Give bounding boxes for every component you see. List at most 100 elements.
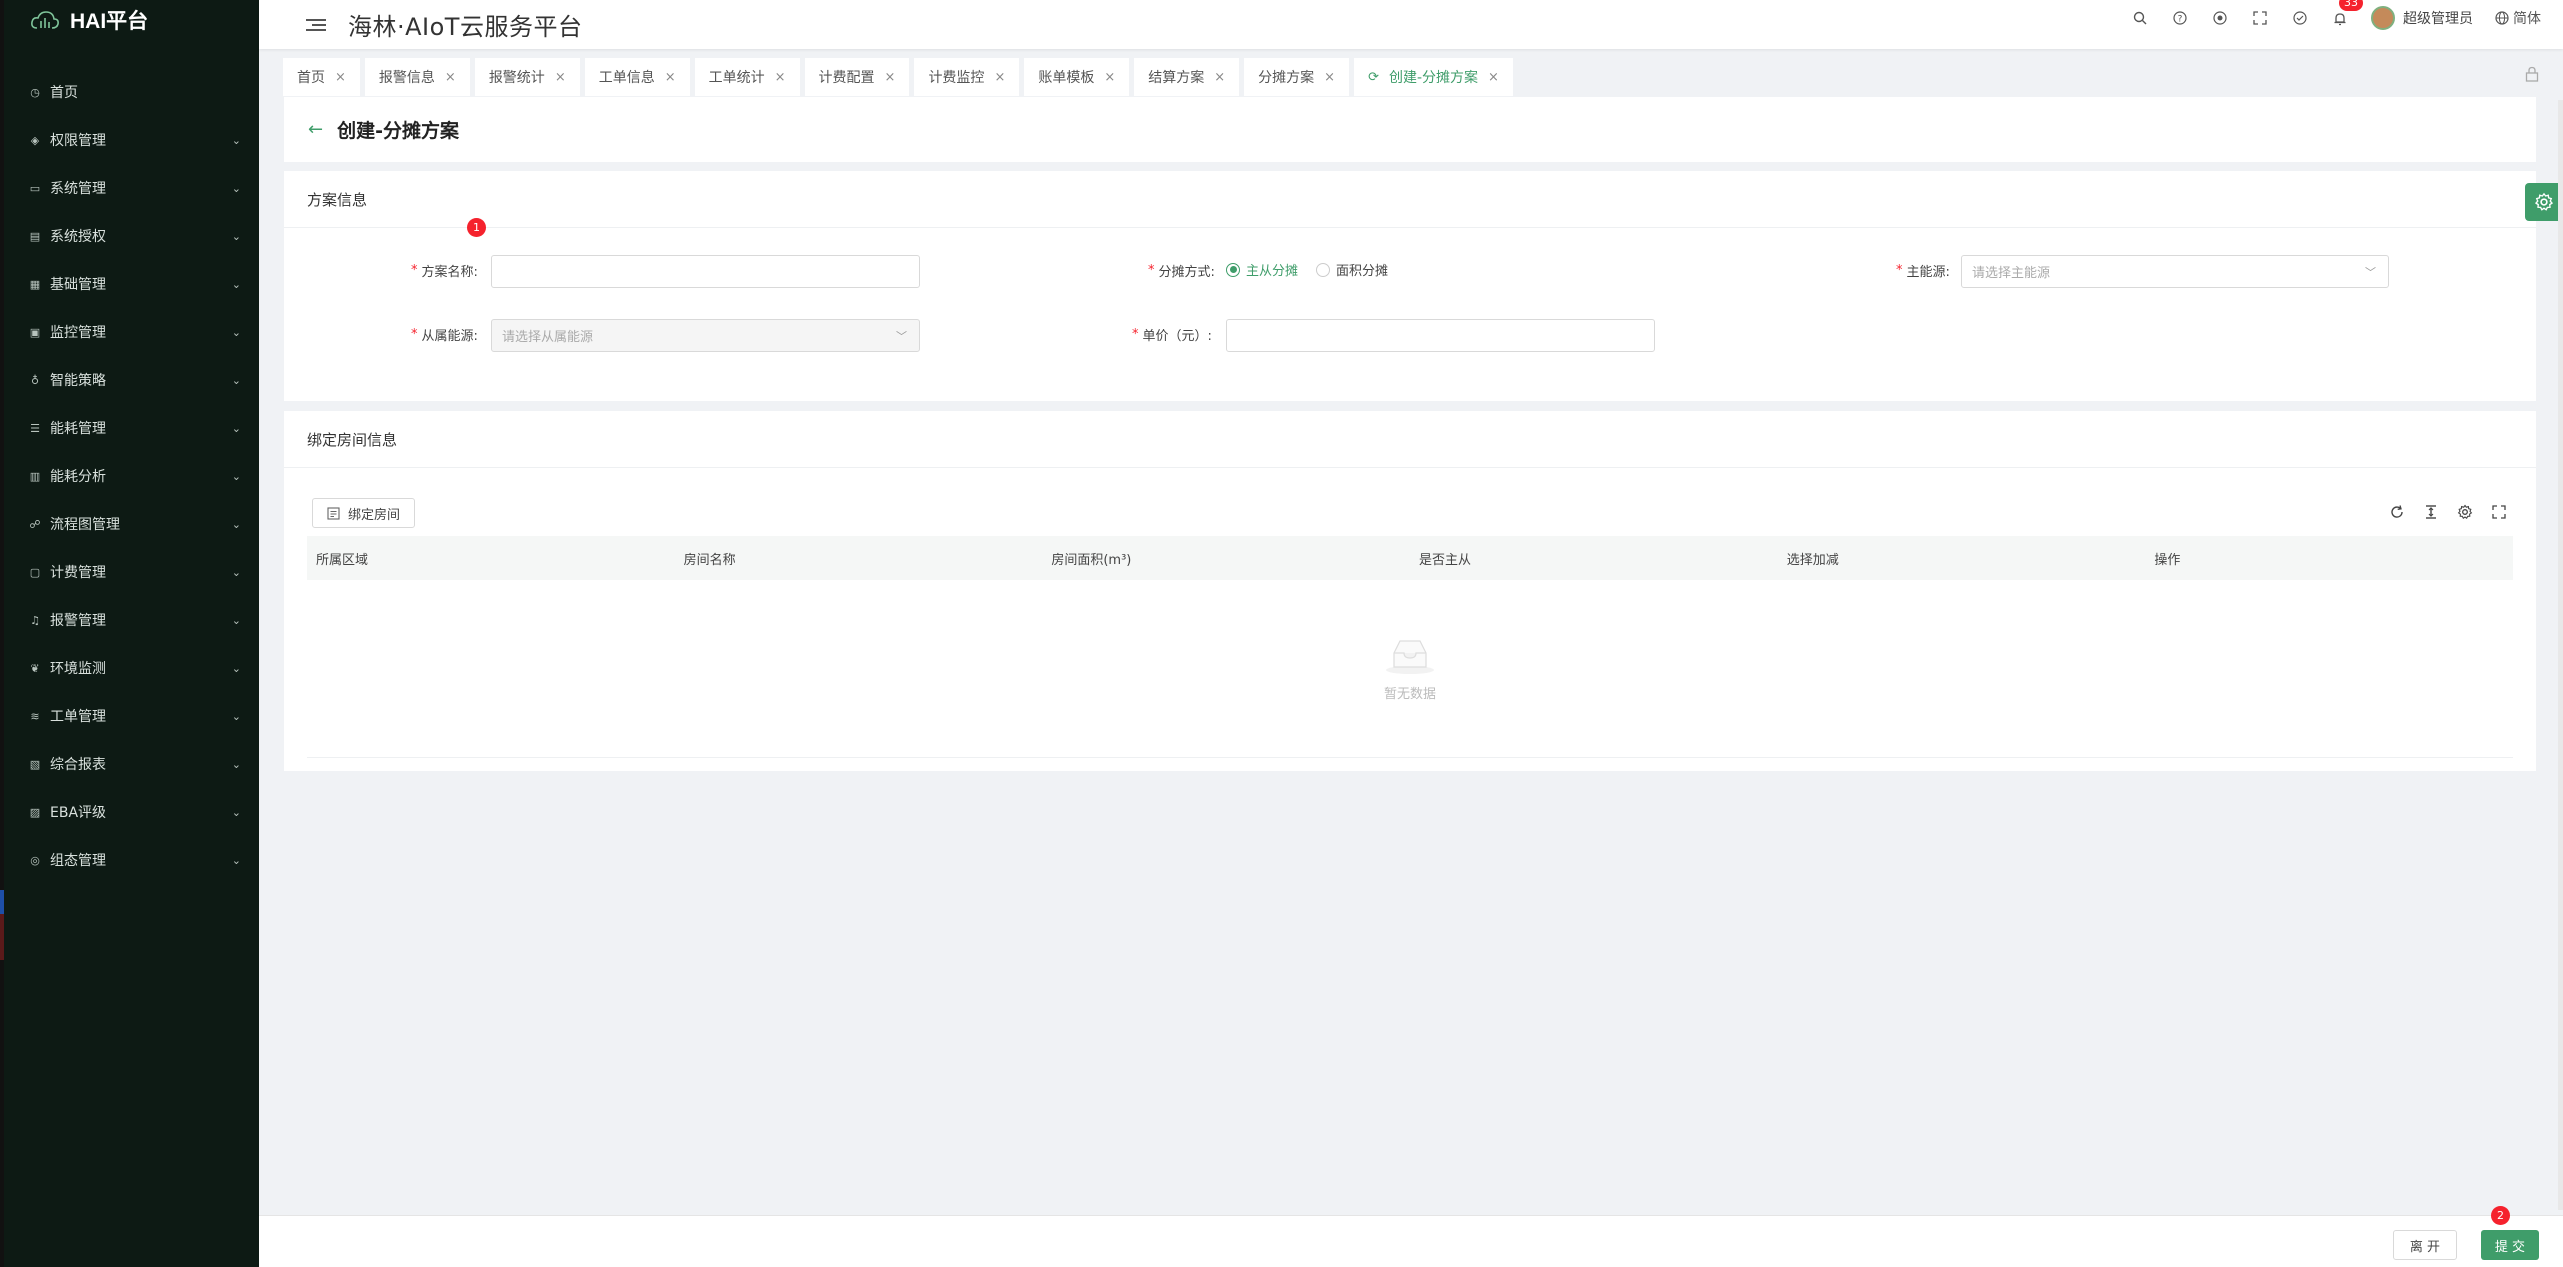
radio-dot xyxy=(1316,262,1331,277)
sidebar-item[interactable]: ❦ 环境监测 ⌄ xyxy=(0,644,259,692)
sub-energy-select[interactable]: 请选择从属能源 ﹀ xyxy=(491,319,920,352)
sub-energy-label-text: 从属能源: xyxy=(421,329,478,344)
sidebar-item-label: 工单管理 xyxy=(50,709,106,725)
fullscreen-icon[interactable] xyxy=(2490,503,2508,521)
sidebar-item[interactable]: ☍ 流程图管理 ⌄ xyxy=(0,500,259,548)
sidebar-item[interactable]: ♁ 智能策略 ⌄ xyxy=(0,356,259,404)
sidebar-item-label: 报警管理 xyxy=(50,613,106,629)
close-icon[interactable]: × xyxy=(994,70,1005,85)
billing-icon: ▢ xyxy=(29,565,41,579)
main-energy-label: * 主能源: xyxy=(1896,261,1950,280)
plan-info-section: 方案信息 1 * 方案名称: * 分摊方式: 主从分摊 面积分摊 * 主能源: … xyxy=(284,171,2536,401)
bind-room-button[interactable]: 绑定房间 xyxy=(312,498,416,528)
search-icon[interactable] xyxy=(2131,9,2149,27)
tab[interactable]: 计费配置 × xyxy=(804,58,910,96)
step-badge: 2 xyxy=(2491,1206,2510,1225)
sidebar-item[interactable]: ▦ 基础管理 ⌄ xyxy=(0,260,259,308)
sidebar-item[interactable]: ◎ 组态管理 ⌄ xyxy=(0,836,259,884)
rating-icon: ▨ xyxy=(29,805,41,819)
layers-icon: ≋ xyxy=(30,709,40,723)
avatar xyxy=(2371,6,2395,30)
select-placeholder: 请选择从属能源 xyxy=(502,330,594,345)
back-arrow-icon[interactable]: ← xyxy=(308,119,323,140)
close-icon[interactable]: × xyxy=(1214,70,1225,85)
sidebar-item[interactable]: ◈ 权限管理 ⌄ xyxy=(0,116,259,164)
refresh-icon[interactable]: ⟳ xyxy=(1368,70,1379,85)
help-icon[interactable]: ? xyxy=(2171,9,2189,27)
tab[interactable]: 账单模板 × xyxy=(1024,58,1130,96)
tab[interactable]: 工单信息 × xyxy=(584,58,690,96)
gear-icon xyxy=(2534,192,2554,211)
tab[interactable]: 首页 × xyxy=(283,58,360,96)
tab-label: 工单统计 xyxy=(708,70,765,86)
sidebar-item[interactable]: ▥ 能耗分析 ⌄ xyxy=(0,452,259,500)
leave-button[interactable]: 离 开 xyxy=(2392,1230,2457,1260)
close-icon[interactable]: × xyxy=(885,70,896,85)
notification-badge: 33 xyxy=(2339,0,2363,11)
sidebar-item[interactable]: ▨ EBA评级 ⌄ xyxy=(0,788,259,836)
user-menu[interactable]: 超级管理员 xyxy=(2371,6,2473,30)
tab[interactable]: 报警信息 × xyxy=(364,58,470,96)
settings-gear-icon[interactable] xyxy=(2456,503,2474,521)
sidebar-item[interactable]: ♫ 报警管理 ⌄ xyxy=(0,596,259,644)
chevron-down-icon: ⌄ xyxy=(231,517,241,531)
github-icon[interactable] xyxy=(2211,9,2229,27)
close-icon[interactable]: × xyxy=(665,70,676,85)
main-energy-label-text: 主能源: xyxy=(1906,265,1950,280)
select-placeholder: 请选择主能源 xyxy=(1972,266,2051,281)
tab[interactable]: 分摊方案 × xyxy=(1244,58,1350,96)
alarm-icon: ♫ xyxy=(30,613,40,627)
unit-price-input[interactable] xyxy=(1226,319,1655,352)
room-binding-section: 绑定房间信息 绑定房间 所属区域 房间名称 房间面积(m³) 是否主从 选择加减 操作 暂… xyxy=(284,411,2536,771)
chevron-down-icon: ⌄ xyxy=(231,229,241,243)
tab-label: 分摊方案 xyxy=(1258,70,1315,86)
radio-area[interactable]: 面积分摊 xyxy=(1316,260,1388,279)
database-icon: ▦ xyxy=(29,277,41,291)
close-icon[interactable]: × xyxy=(1488,70,1499,85)
scrollbar[interactable] xyxy=(2558,100,2563,1210)
radio-label: 面积分摊 xyxy=(1336,264,1389,279)
tab[interactable]: ⟳ 创建-分摊方案 × xyxy=(1354,58,1513,96)
tab[interactable]: 工单统计 × xyxy=(694,58,800,96)
theme-icon[interactable] xyxy=(2291,9,2309,27)
brand[interactable]: HAI平台 xyxy=(0,0,259,40)
sidebar-item[interactable]: ☰ 能耗管理 ⌄ xyxy=(0,404,259,452)
tab-label: 创建-分摊方案 xyxy=(1388,70,1479,86)
close-icon[interactable]: × xyxy=(335,70,346,85)
sidebar-item[interactable]: ▣ 监控管理 ⌄ xyxy=(0,308,259,356)
main-energy-select[interactable]: 请选择主能源 ﹀ xyxy=(1961,255,2389,288)
fullscreen-icon[interactable] xyxy=(2251,9,2269,27)
sidebar: HAI平台 ◷ 首页 ◈ 权限管理 ⌄ ▭ 系统管理 ⌄ ▤ 系统授权 ⌄ ▦ 基础管理 ⌄ ▣ 监控管理 ⌄ ♁… xyxy=(0,0,259,1267)
tab[interactable]: 报警统计 × xyxy=(474,58,580,96)
close-icon[interactable]: × xyxy=(555,70,566,85)
close-icon[interactable]: × xyxy=(1324,70,1335,85)
column-height-icon[interactable] xyxy=(2422,503,2440,521)
chevron-down-icon: ⌄ xyxy=(231,421,241,435)
language-switcher[interactable]: 简体 xyxy=(2495,8,2541,28)
sidebar-item[interactable]: ▢ 计费管理 ⌄ xyxy=(0,548,259,596)
tab[interactable]: 计费监控 × xyxy=(914,58,1020,96)
refresh-icon[interactable] xyxy=(2388,503,2406,521)
tab-label: 计费监控 xyxy=(928,70,985,86)
lock-icon[interactable] xyxy=(2525,66,2539,86)
radio-master-slave[interactable]: 主从分摊 xyxy=(1226,260,1298,279)
cloud-logo-icon xyxy=(31,11,59,29)
tab[interactable]: 结算方案 × xyxy=(1134,58,1240,96)
notification-bell-icon[interactable]: 33 xyxy=(2331,0,2363,27)
unit-price-label: * 单价（元）: xyxy=(1132,325,1212,344)
sidebar-item[interactable]: ▤ 系统授权 ⌄ xyxy=(0,212,259,260)
plan-name-input[interactable] xyxy=(491,255,920,288)
submit-button[interactable]: 提 交 xyxy=(2480,1230,2539,1260)
sidebar-item[interactable]: ◷ 首页 xyxy=(0,68,259,116)
close-icon[interactable]: × xyxy=(775,70,786,85)
sidebar-item[interactable]: ▧ 综合报表 ⌄ xyxy=(0,740,259,788)
sidebar-item[interactable]: ▭ 系统管理 ⌄ xyxy=(0,164,259,212)
close-icon[interactable]: × xyxy=(445,70,456,85)
collapse-menu-button[interactable] xyxy=(306,14,328,36)
required-mark: * xyxy=(1132,327,1139,342)
globe-icon xyxy=(2495,11,2509,25)
language-label: 简体 xyxy=(2513,11,2541,27)
sidebar-item-label: 能耗分析 xyxy=(50,469,106,485)
close-icon[interactable]: × xyxy=(1104,70,1115,85)
sidebar-item[interactable]: ≋ 工单管理 ⌄ xyxy=(0,692,259,740)
